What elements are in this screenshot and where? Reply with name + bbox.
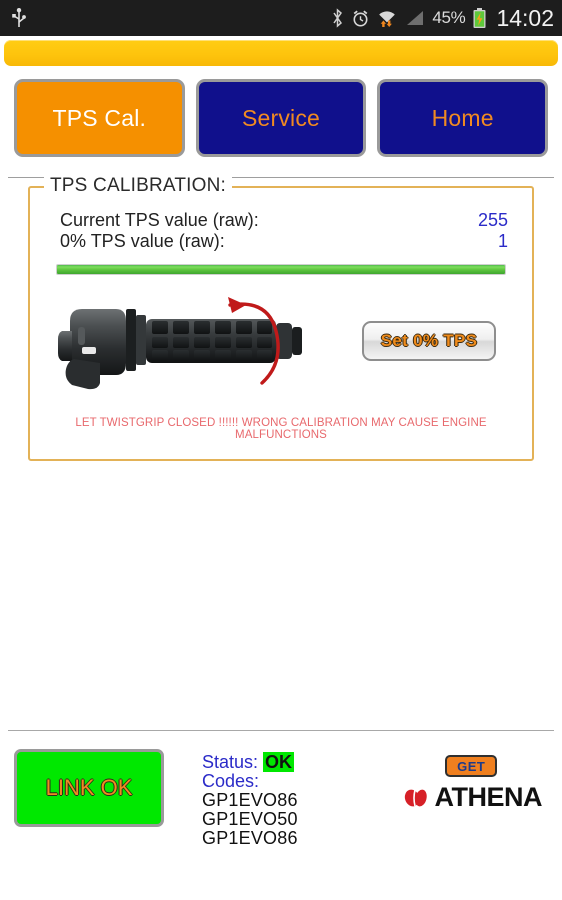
tab-tps-cal[interactable]: TPS Cal. <box>14 79 185 157</box>
athena-logo-row: ATHENA <box>401 782 543 813</box>
status-row: Status: OK <box>202 752 298 772</box>
tab-home[interactable]: Home <box>377 79 549 157</box>
battery-charging-icon <box>473 8 486 28</box>
throttle-twistgrip-illustration <box>52 287 322 395</box>
status-label: Status: <box>202 752 259 772</box>
tab-home-label: Home <box>431 104 494 131</box>
status-bar-left-icons <box>10 7 28 29</box>
status-codes-block: Status: OK Codes: GP1EVO86 GP1EVO50 GP1E… <box>202 749 298 848</box>
bluetooth-icon <box>333 8 343 28</box>
bottom-section: LINK OK Status: OK Codes: GP1EVO86 GP1EV… <box>0 730 562 848</box>
list-item: GP1EVO50 <box>202 809 298 830</box>
set-0-percent-tps-label: Set 0% TPS <box>380 331 478 351</box>
tps-zero-value-row: 0% TPS value (raw): 1 <box>60 231 508 252</box>
tps-progress-fill <box>57 265 505 275</box>
list-item: GP1EVO86 <box>202 790 298 811</box>
android-status-bar[interactable]: 45% 14:02 <box>0 0 562 36</box>
usb-icon <box>12 8 26 27</box>
tab-service-label: Service <box>241 104 321 131</box>
tps-current-value: 255 <box>477 210 508 230</box>
get-badge: GET <box>445 755 498 777</box>
connection-status-bar: LINK OK Status: OK Codes: GP1EVO86 GP1EV… <box>0 731 562 848</box>
app-title-bar <box>4 40 558 66</box>
alarm-icon <box>353 9 368 26</box>
calibration-warning-text: LET TWISTGRIP CLOSED !!!!!! WRONG CALIBR… <box>75 417 487 442</box>
brand-logo: GET ATHENA <box>401 749 549 813</box>
status-badge: OK <box>263 752 295 772</box>
set-zero-button-holder: Set 0% TPS <box>362 321 510 362</box>
link-status-label: LINK OK <box>45 775 133 800</box>
tab-service[interactable]: Service <box>195 79 367 157</box>
athena-mark-icon <box>404 789 427 806</box>
tps-progress-bar <box>56 264 506 276</box>
tps-calibration-section: TPS CALIBRATION: Current TPS value (raw)… <box>0 175 562 462</box>
link-status-button[interactable]: LINK OK <box>14 749 164 827</box>
tab-tps-cal-label: TPS Cal. <box>52 104 147 131</box>
tps-values-list: Current TPS value (raw): 255 0% TPS valu… <box>46 204 516 252</box>
panel-title: TPS CALIBRATION: <box>44 175 232 197</box>
tps-current-value-label: Current TPS value (raw): <box>60 210 259 230</box>
get-badge-label: GET <box>457 758 486 774</box>
battery-percent-label: 45% <box>432 8 466 27</box>
status-bar-right-icons: 45% 14:02 <box>331 5 554 32</box>
list-item: GP1EVO86 <box>202 828 298 849</box>
wifi-icon <box>379 10 396 27</box>
set-0-percent-tps-button[interactable]: Set 0% TPS <box>362 321 496 362</box>
tps-zero-value-label: 0% TPS value (raw): <box>60 231 225 252</box>
tps-current-value-row: Current TPS value (raw): 255 <box>60 210 508 231</box>
illustration-and-action-row: Set 0% TPS <box>46 287 516 395</box>
tps-zero-value: 1 <box>497 231 508 252</box>
status-bar-clock: 14:02 <box>496 4 554 31</box>
signal-icon <box>407 11 424 25</box>
tps-calibration-panel: TPS CALIBRATION: Current TPS value (raw)… <box>28 175 534 462</box>
codes-label: Codes: <box>202 771 260 792</box>
main-tab-bar: TPS Cal. Service Home <box>0 66 562 157</box>
athena-wordmark: ATHENA <box>434 782 543 812</box>
